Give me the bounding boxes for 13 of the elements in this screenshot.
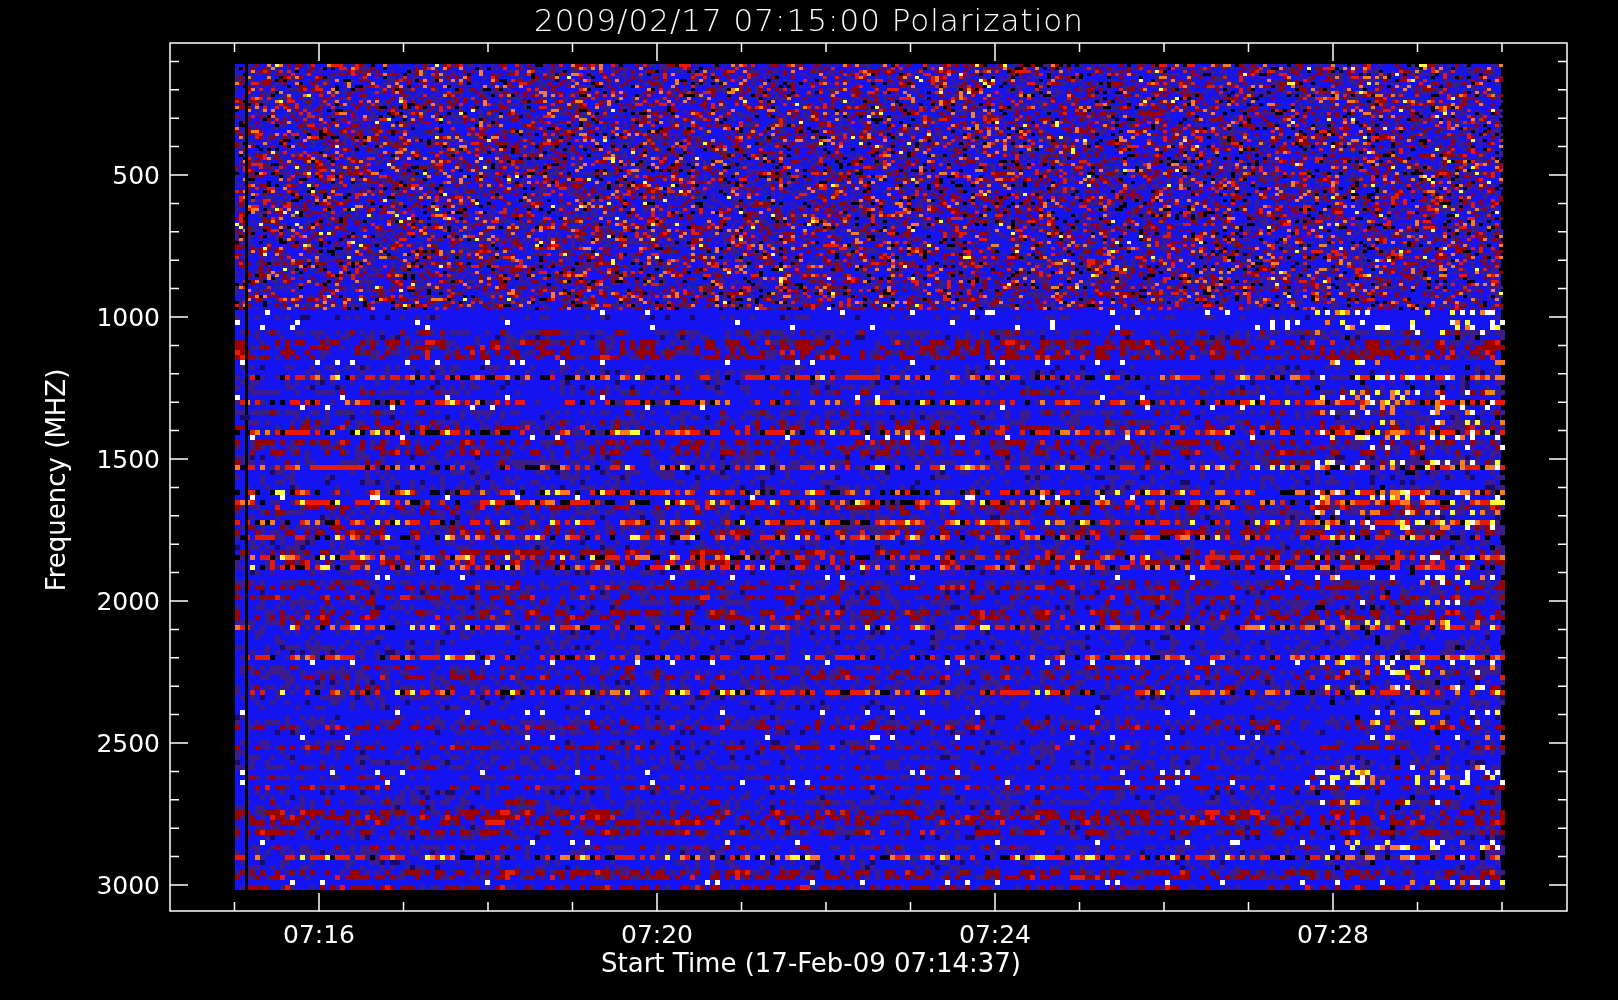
y-tick-label: 1000 [96, 305, 160, 330]
y-tick-label: 2000 [96, 589, 160, 614]
y-tick-label: 3000 [96, 873, 160, 898]
x-tick-label: 07:16 [283, 922, 355, 947]
y-axis-label: Frequency (MHZ) [43, 368, 69, 592]
y-tick-label: 2500 [96, 731, 160, 756]
y-tick-label: 1500 [96, 447, 160, 472]
x-tick-label: 07:24 [959, 922, 1031, 947]
x-tick-label: 07:20 [621, 922, 693, 947]
y-tick-label: 500 [112, 163, 160, 188]
x-tick-label: 07:28 [1297, 922, 1369, 947]
chart-title: 2009/02/17 07:15:00 Polarization [534, 2, 1084, 38]
x-axis-label: Start Time (17-Feb-09 07:14:37) [601, 950, 1021, 976]
